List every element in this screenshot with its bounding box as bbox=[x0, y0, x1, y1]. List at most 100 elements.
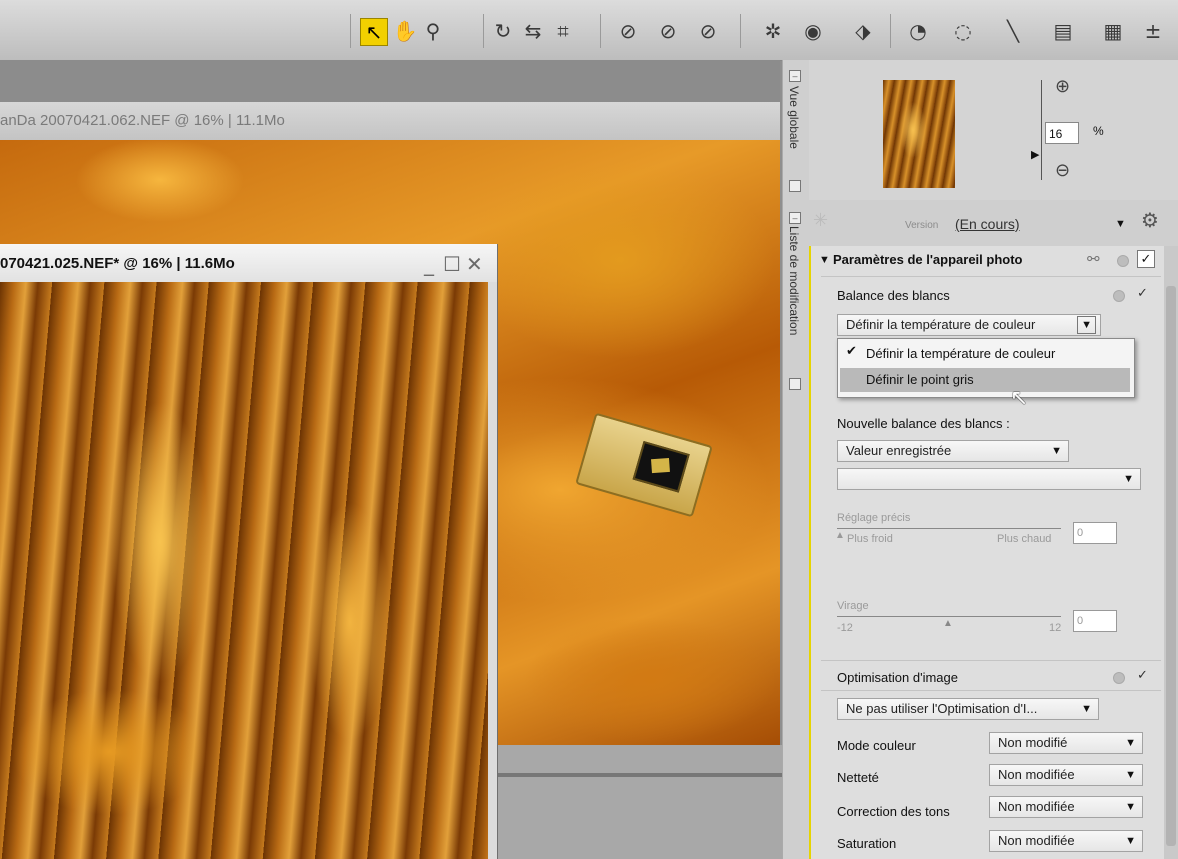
edit-list-tab[interactable]: Liste de modification bbox=[787, 226, 801, 335]
chevron-down-icon[interactable]: ▼ bbox=[1125, 797, 1136, 817]
select-arrow-icon[interactable]: ↖ bbox=[360, 18, 388, 46]
tint-min: -12 bbox=[837, 622, 853, 634]
chevron-down-icon[interactable]: ▼ bbox=[1051, 441, 1062, 461]
close-icon[interactable]: ✕ bbox=[466, 252, 483, 276]
collapse-icon[interactable]: – bbox=[789, 212, 801, 224]
image-window[interactable]: 070421.025.NEF* @ 16% | 11.6Mo _ ☐ ✕ bbox=[0, 244, 498, 859]
tone-correction-dropdown[interactable]: Non modifiée ▼ bbox=[989, 796, 1143, 818]
version-dropdown-icon[interactable]: ▼ bbox=[1115, 218, 1126, 230]
overflow-icon[interactable]: ± bbox=[1140, 18, 1166, 44]
zoom-slider-handle[interactable]: ▶ bbox=[1031, 148, 1039, 161]
tint-slider[interactable] bbox=[837, 616, 1061, 617]
color-picker-icon[interactable]: ✲ bbox=[760, 18, 786, 44]
chevron-down-icon[interactable]: ▼ bbox=[1125, 765, 1136, 785]
dropdown-value: Définir la température de couleur bbox=[846, 317, 1036, 332]
menu-item-gray-point[interactable]: Définir le point gris bbox=[840, 368, 1130, 392]
link-icon[interactable]: ⚯ bbox=[1087, 250, 1100, 268]
white-balance-dropdown[interactable]: Définir la température de couleur ▼ bbox=[837, 314, 1101, 336]
selection-icon[interactable]: ▦ bbox=[1100, 18, 1126, 44]
enable-checkbox[interactable]: ✓ bbox=[1137, 250, 1155, 268]
scrollbar[interactable] bbox=[488, 282, 497, 859]
chevron-down-icon[interactable]: ▼ bbox=[1123, 469, 1134, 489]
palette-tabs: – Vue globale – Liste de modification bbox=[782, 60, 810, 859]
zoom-out-icon[interactable]: ⊖ bbox=[1055, 160, 1070, 181]
maximize-icon[interactable]: ☐ bbox=[443, 252, 461, 276]
new-white-balance-label: Nouvelle balance des blancs : bbox=[837, 416, 1010, 431]
zoom-slider[interactable] bbox=[1041, 80, 1042, 180]
sharpness-dropdown[interactable]: Non modifiée ▼ bbox=[989, 764, 1143, 786]
version-bar: ✳ Version (En cours) ▼ ⚙ bbox=[809, 200, 1178, 247]
window-title[interactable]: 070421.025.NEF* @ 16% | 11.6Mo bbox=[0, 244, 497, 282]
minimize-icon[interactable]: _ bbox=[424, 252, 434, 276]
white-balance-options-menu: ✔ Définir la température de couleur Défi… bbox=[837, 338, 1135, 398]
color-mode-dropdown[interactable]: Non modifié ▼ bbox=[989, 732, 1143, 754]
saturation-label: Saturation bbox=[837, 836, 897, 851]
canvas-background bbox=[497, 745, 782, 859]
toolbar-separator bbox=[890, 14, 891, 48]
fine-tune-slider[interactable] bbox=[837, 528, 1061, 529]
photo-canvas[interactable] bbox=[0, 282, 488, 859]
version-value[interactable]: (En cours) bbox=[955, 216, 1020, 232]
chevron-down-icon[interactable]: ▼ bbox=[1077, 316, 1096, 334]
slider-handle[interactable]: ▲ bbox=[835, 530, 845, 541]
tint-max: 12 bbox=[1049, 622, 1062, 634]
main-toolbar: ↖ ✋ ⚲ ↻ ⇆ ⌗ ⊘ ⊘ ⊘ ✲ ◉ ⬗ ◔ ◌ ╲ ▤ ▦ ± bbox=[0, 0, 1178, 61]
optimization-dropdown[interactable]: Ne pas utiliser l'Optimisation d'I... ▼ bbox=[837, 698, 1099, 720]
tint-label: Virage bbox=[837, 600, 869, 612]
optimization-label: Optimisation d'image bbox=[837, 670, 958, 685]
collapse-icon[interactable]: – bbox=[789, 70, 801, 82]
collapse-triangle-icon[interactable]: ▼ bbox=[819, 254, 830, 266]
fine-tune-min: Plus froid bbox=[847, 533, 893, 545]
saturation-dropdown[interactable]: Non modifiée ▼ bbox=[989, 830, 1143, 852]
reset-icon[interactable] bbox=[1117, 255, 1129, 267]
toolbar-separator bbox=[483, 14, 484, 48]
fine-tune-input[interactable]: 0 bbox=[1073, 522, 1117, 544]
chevron-down-icon[interactable]: ▼ bbox=[1081, 699, 1092, 719]
rotate-icon[interactable]: ↻ bbox=[490, 18, 516, 44]
zoom-input[interactable]: 16 bbox=[1045, 122, 1079, 144]
chevron-down-icon[interactable]: ▼ bbox=[1125, 831, 1136, 851]
chevron-down-icon[interactable]: ▼ bbox=[1125, 733, 1136, 753]
zoom-in-icon[interactable]: ⊕ bbox=[1055, 76, 1070, 97]
menu-item-color-temperature[interactable]: Définir la température de couleur bbox=[840, 342, 1130, 366]
version-label: Version bbox=[905, 220, 939, 231]
window-title[interactable]: anDa 20070421.062.NEF @ 16% | 11.1Mo bbox=[0, 102, 780, 140]
redeye-icon[interactable]: ⊘ bbox=[615, 18, 641, 44]
hand-icon[interactable]: ✋ bbox=[392, 18, 418, 44]
magnify-icon[interactable]: ⚲ bbox=[420, 18, 446, 44]
white-balance-preset-dropdown[interactable]: ▼ bbox=[837, 468, 1141, 490]
reset-icon[interactable] bbox=[1113, 290, 1125, 302]
crop-icon[interactable]: ⌗ bbox=[550, 18, 576, 44]
color-mode-label: Mode couleur bbox=[837, 738, 916, 753]
slider-handle[interactable]: ▲ bbox=[943, 618, 953, 629]
expand-icon[interactable] bbox=[789, 180, 801, 192]
dropdown-value: Non modifiée bbox=[998, 799, 1075, 814]
expand-icon[interactable] bbox=[789, 378, 801, 390]
line-brush-icon[interactable]: ╲ bbox=[1000, 18, 1026, 44]
section-title: Paramètres de l'appareil photo bbox=[833, 252, 1023, 267]
tone-correction-label: Correction des tons bbox=[837, 804, 950, 819]
gradient-icon[interactable]: ▤ bbox=[1050, 18, 1076, 44]
new-white-balance-dropdown[interactable]: Valeur enregistrée ▼ bbox=[837, 440, 1069, 462]
thumbnail[interactable] bbox=[883, 80, 955, 188]
straighten-icon[interactable]: ⇆ bbox=[520, 18, 546, 44]
panel-scrollbar[interactable] bbox=[1164, 246, 1178, 859]
check-icon[interactable]: ✓ bbox=[1137, 668, 1148, 683]
reset-icon[interactable] bbox=[1113, 672, 1125, 684]
dropdown-value: Non modifié bbox=[998, 735, 1068, 750]
tag-icon[interactable]: ⬗ bbox=[850, 18, 876, 44]
fine-tune-max: Plus chaud bbox=[997, 533, 1052, 545]
redeye3-icon[interactable]: ⊘ bbox=[695, 18, 721, 44]
overview-tab[interactable]: Vue globale bbox=[787, 86, 801, 149]
tint-input[interactable]: 0 bbox=[1073, 610, 1117, 632]
check-icon[interactable]: ✓ bbox=[1137, 286, 1148, 301]
control-point-icon[interactable]: ◔ bbox=[905, 18, 931, 44]
mouse-cursor-icon: ↖ bbox=[1010, 386, 1029, 411]
dropdown-value: Non modifiée bbox=[998, 833, 1075, 848]
eye-icon[interactable]: ◉ bbox=[800, 18, 826, 44]
gear-icon[interactable]: ⚙ bbox=[1141, 208, 1159, 232]
redeye2-icon[interactable]: ⊘ bbox=[655, 18, 681, 44]
dropdown-value: Non modifiée bbox=[998, 767, 1075, 782]
dropdown-value: Ne pas utiliser l'Optimisation d'I... bbox=[846, 701, 1038, 716]
color-control-point-icon[interactable]: ◌ bbox=[950, 18, 976, 44]
